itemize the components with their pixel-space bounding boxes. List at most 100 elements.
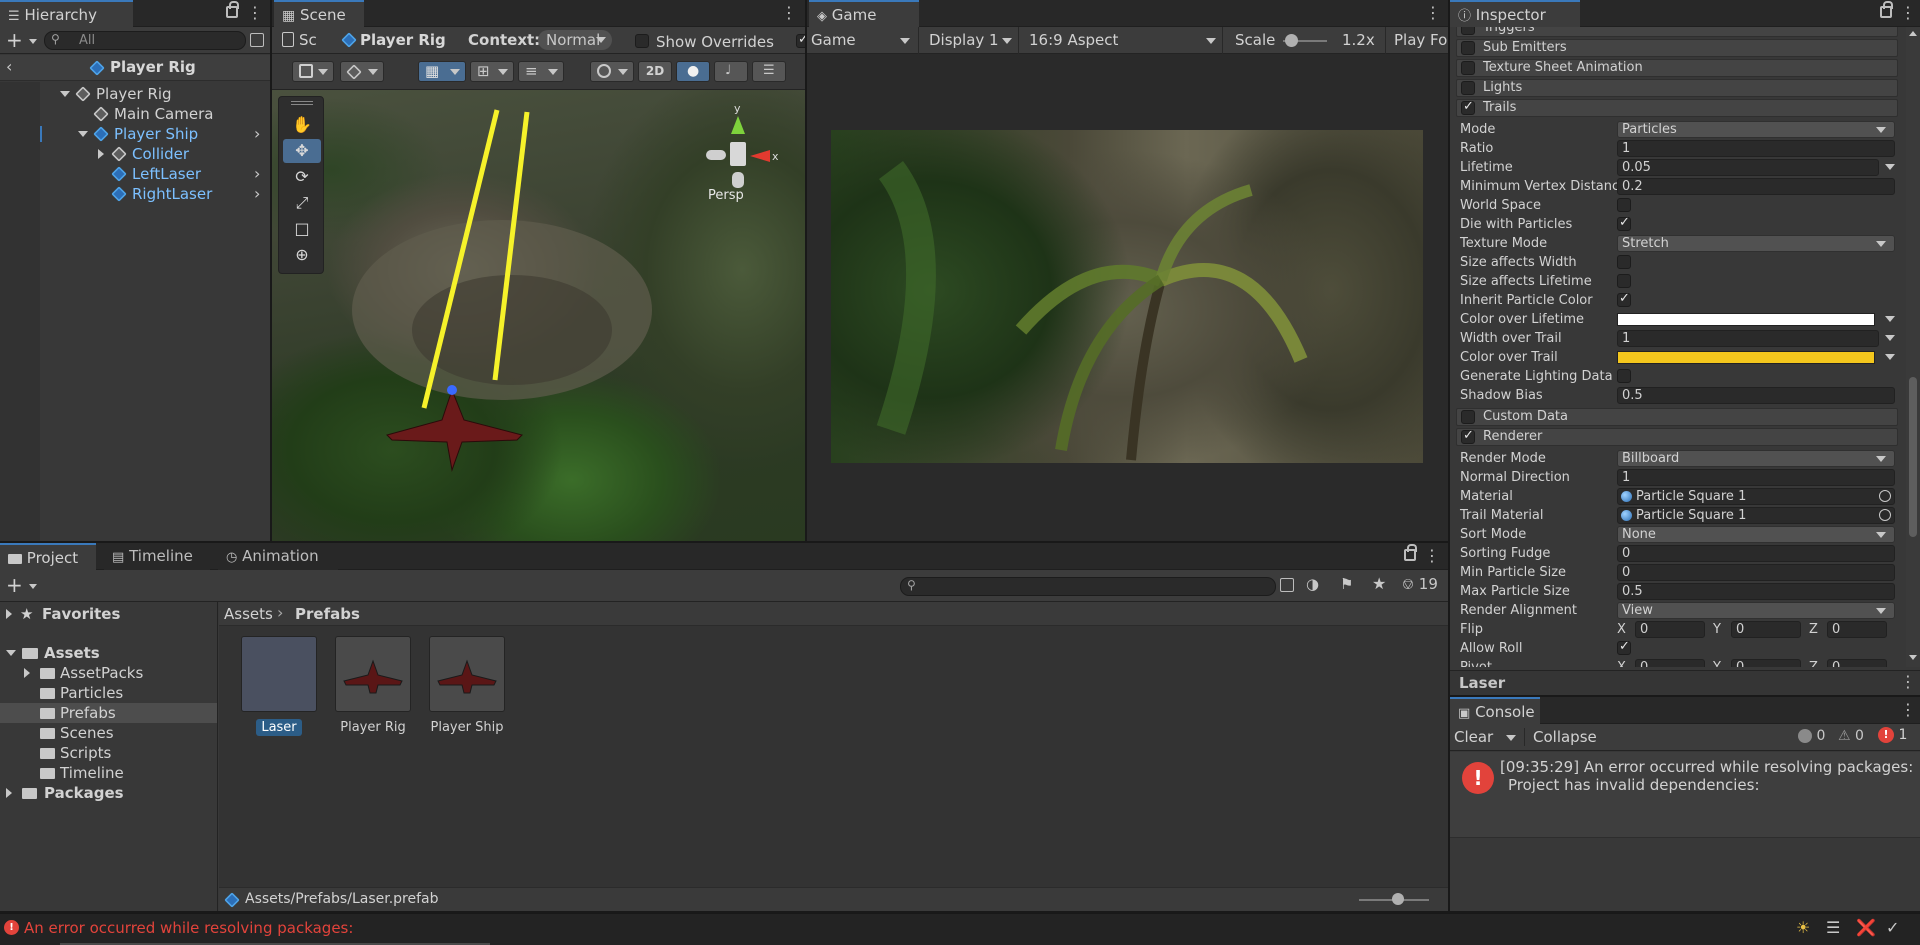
render-mode-button[interactable] <box>590 61 634 82</box>
transform-tool-button[interactable]: ⊕ <box>283 243 321 267</box>
axis-input-z[interactable]: 0 <box>1827 621 1887 638</box>
hierarchy-row-collider[interactable]: Collider <box>0 144 270 164</box>
zoom-slider-thumb[interactable] <box>1391 893 1404 905</box>
toggle-2d-button[interactable]: 2D <box>638 61 672 82</box>
object-field[interactable]: Particle Square 1 <box>1617 488 1895 505</box>
status-error-icon[interactable]: ! <box>4 920 19 935</box>
info-filter-toggle[interactable]: 0 <box>1798 728 1825 744</box>
module-enable-checkbox[interactable] <box>1461 410 1475 424</box>
module-header-triggers[interactable]: Triggers <box>1456 27 1898 37</box>
curve-mode-chevron-icon[interactable] <box>1885 335 1895 341</box>
object-picker-icon[interactable] <box>1879 509 1891 521</box>
more-options-icon[interactable]: ⋮ <box>247 4 263 22</box>
scale-tool-button[interactable]: ⤢ <box>283 191 321 215</box>
effects-toggle-button[interactable]: ☰ <box>752 61 786 82</box>
more-options-icon[interactable]: ⋮ <box>1900 673 1916 691</box>
more-options-icon[interactable]: ⋮ <box>1900 4 1916 22</box>
tab-inspector[interactable]: ⓘ Inspector <box>1450 0 1580 27</box>
rotate-tool-button[interactable]: ⟳ <box>283 165 321 189</box>
hierarchy-row-player-ship[interactable]: Player Ship › <box>0 124 270 144</box>
property-dropdown[interactable]: Stretch <box>1617 235 1895 252</box>
tree-folder-assetpacks[interactable]: AssetPacks <box>0 663 217 683</box>
more-options-icon[interactable]: ⋮ <box>1424 547 1440 565</box>
lock-icon[interactable] <box>1404 544 1417 561</box>
property-checkbox[interactable] <box>1617 198 1631 212</box>
favorites-star-icon[interactable]: ★ <box>1372 574 1386 593</box>
tree-favorites[interactable]: ★ Favorites <box>0 604 217 624</box>
property-checkbox[interactable] <box>1617 291 1631 307</box>
hierarchy-row-rightlaser[interactable]: RightLaser › <box>0 184 270 204</box>
gizmo-grid-button[interactable]: ▦ <box>418 61 466 82</box>
gradient-mode-chevron-icon[interactable] <box>1885 316 1895 322</box>
back-arrow-icon[interactable]: ‹ <box>6 57 12 76</box>
audio-toggle-button[interactable]: ♩ <box>714 61 748 82</box>
module-enable-checkbox[interactable] <box>1461 41 1475 55</box>
autosave-checkbox[interactable] <box>796 32 805 48</box>
property-dropdown[interactable]: Particles <box>1617 121 1895 138</box>
more-options-icon[interactable]: ⋮ <box>1425 4 1441 22</box>
gizmo-y-arrow[interactable] <box>731 116 745 134</box>
error-filter-toggle[interactable]: ! 1 <box>1878 727 1907 743</box>
tree-folder-prefabs[interactable]: Prefabs <box>0 703 217 723</box>
tab-project[interactable]: Project <box>0 543 96 570</box>
property-dropdown[interactable]: None <box>1617 526 1895 543</box>
collapse-button[interactable]: Collapse <box>1524 728 1597 746</box>
warning-filter-toggle[interactable]: ⚠ 0 <box>1838 728 1864 744</box>
filter-by-type-icon[interactable]: ◑ <box>1306 575 1319 593</box>
overlay-drag-handle[interactable] <box>291 101 313 105</box>
module-enable-checkbox[interactable] <box>1461 61 1475 75</box>
asset-tile-player-ship[interactable]: Player Ship <box>419 636 515 746</box>
module-header-lights[interactable]: Lights <box>1456 79 1898 97</box>
display-mode-dropdown[interactable]: Game <box>807 27 919 54</box>
aspect-dropdown[interactable]: 16:9 Aspect <box>1023 27 1223 54</box>
scene-picker-icon[interactable] <box>250 33 264 47</box>
axis-input-z[interactable]: 0 <box>1827 659 1887 667</box>
play-focused-dropdown[interactable]: Play Foc <box>1385 27 1448 54</box>
property-input[interactable]: 1 <box>1617 140 1895 157</box>
gizmo-neg-x[interactable] <box>706 150 726 160</box>
module-header-trails[interactable]: Trails <box>1456 99 1898 117</box>
property-checkbox[interactable] <box>1617 274 1631 288</box>
tab-hierarchy[interactable]: ☰ Hierarchy <box>0 0 133 27</box>
console-entry[interactable]: ! [09:35:29] An error occurred while res… <box>1450 752 1920 838</box>
gizmo-center-cube[interactable] <box>730 142 746 166</box>
gradient-mode-chevron-icon[interactable] <box>1885 354 1895 360</box>
snap-settings-button[interactable]: ⊞ <box>470 61 514 82</box>
expand-arrow-icon[interactable] <box>60 91 70 97</box>
preview-header[interactable]: Laser ⋮ <box>1450 670 1920 695</box>
scrollbar-down-arrow[interactable] <box>1909 655 1917 660</box>
draw-mode-button[interactable] <box>292 61 334 82</box>
view-options-button[interactable] <box>340 61 384 82</box>
gizmo-neg-y[interactable] <box>732 172 744 188</box>
object-picker-icon[interactable] <box>1879 490 1891 502</box>
asset-tile-laser[interactable]: Laser <box>231 636 327 746</box>
property-input[interactable]: 0.05 <box>1617 159 1879 176</box>
chevron-right-icon[interactable]: › <box>254 184 260 204</box>
cache-server-icon[interactable]: ☰ <box>1826 918 1840 937</box>
expand-arrow-icon[interactable] <box>6 788 12 798</box>
lighting-build-icon[interactable]: ☀ <box>1796 918 1810 937</box>
color-swatch[interactable] <box>1617 351 1875 364</box>
property-checkbox[interactable] <box>1617 639 1631 655</box>
module-header-renderer[interactable]: Renderer <box>1456 428 1898 446</box>
chevron-right-icon[interactable]: › <box>254 124 260 144</box>
expand-arrow-icon[interactable] <box>98 149 104 159</box>
context-dropdown[interactable]: Normal <box>538 30 612 50</box>
axis-input-y[interactable]: 0 <box>1731 659 1801 667</box>
curve-mode-chevron-icon[interactable] <box>1885 164 1895 170</box>
expand-arrow-icon[interactable] <box>6 609 12 619</box>
hand-tool-button[interactable]: ✋ <box>283 113 321 137</box>
module-header-texture-sheet-animation[interactable]: Texture Sheet Animation <box>1456 59 1898 77</box>
tree-folder-timeline[interactable]: Timeline <box>0 763 217 783</box>
more-options-icon[interactable]: ⋮ <box>781 4 797 22</box>
hidden-packages-toggle[interactable]: ⎊ 19 <box>1402 575 1438 593</box>
tree-packages[interactable]: Packages <box>0 783 217 803</box>
module-enable-checkbox[interactable] <box>1461 428 1475 444</box>
chevron-right-icon[interactable]: › <box>254 164 260 184</box>
property-dropdown[interactable]: View <box>1617 602 1895 619</box>
module-enable-checkbox[interactable] <box>1461 27 1475 35</box>
status-error-message[interactable]: An error occurred while resolving packag… <box>24 919 353 937</box>
property-input[interactable]: 0 <box>1617 545 1895 562</box>
module-header-custom-data[interactable]: Custom Data <box>1456 408 1898 426</box>
property-checkbox[interactable] <box>1617 255 1631 269</box>
